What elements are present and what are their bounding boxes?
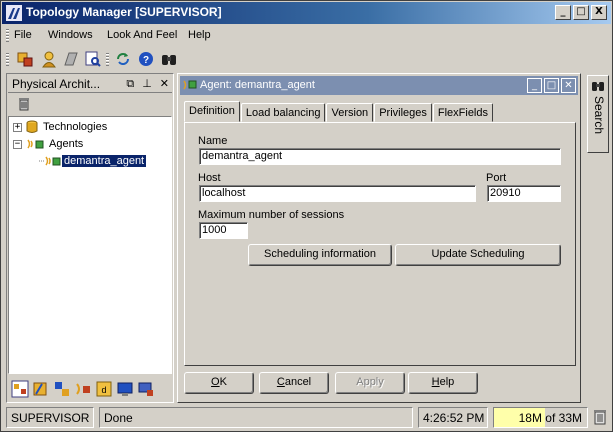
binoculars-icon[interactable] bbox=[160, 50, 178, 68]
hosts-icon[interactable] bbox=[137, 380, 155, 398]
status-user: SUPERVISOR bbox=[6, 407, 94, 428]
tree-label-selected: demantra_agent bbox=[62, 155, 147, 167]
tab-privileges[interactable]: Privileges bbox=[374, 103, 432, 122]
toolbar: ? bbox=[2, 47, 611, 71]
logical-arch-icon[interactable] bbox=[32, 380, 50, 398]
languages-icon[interactable]: d bbox=[95, 380, 113, 398]
title-bar[interactable]: Topology Manager [SUPERVISOR] _ □ X bbox=[2, 2, 611, 24]
svg-text:?: ? bbox=[143, 55, 149, 66]
search-side-tab[interactable]: Search bbox=[587, 75, 609, 153]
host-label: Host bbox=[198, 172, 221, 184]
expand-icon[interactable]: + bbox=[13, 122, 22, 132]
topology-view-icon[interactable] bbox=[16, 50, 34, 68]
agent-tabs: Definition Load balancing Version Privil… bbox=[184, 101, 494, 122]
contexts-icon[interactable] bbox=[53, 380, 71, 398]
menu-windows[interactable]: Windows bbox=[48, 29, 93, 41]
help-label-rest: elp bbox=[439, 376, 455, 388]
tree-label: Technologies bbox=[43, 121, 108, 133]
garbage-collect-icon[interactable] bbox=[592, 408, 608, 426]
repository-icon[interactable] bbox=[62, 50, 80, 68]
menu-look-and-feel[interactable]: Look And Feel bbox=[107, 29, 177, 41]
minimize-button[interactable]: _ bbox=[555, 5, 571, 20]
agent-close-button[interactable]: ✕ bbox=[561, 78, 576, 93]
max-sessions-field[interactable]: 1000 bbox=[199, 222, 248, 239]
physical-arch-icon[interactable] bbox=[11, 380, 29, 398]
agent-signal-icon bbox=[39, 156, 61, 166]
pin-icon[interactable]: ⊥ bbox=[142, 77, 152, 91]
search-document-icon[interactable] bbox=[84, 50, 102, 68]
agent-icon bbox=[183, 80, 197, 90]
physical-panel-title: Physical Archit... bbox=[12, 77, 101, 91]
port-label: Port bbox=[486, 172, 507, 184]
agent-window-title: Agent: demantra_agent bbox=[200, 79, 315, 91]
toolbar-grip2-icon bbox=[106, 53, 109, 66]
collapse-icon[interactable]: − bbox=[13, 139, 22, 149]
menu-help[interactable]: Help bbox=[188, 29, 211, 41]
tree-item-technologies[interactable]: + Technologies bbox=[13, 119, 109, 135]
port-field[interactable]: 20910 bbox=[487, 185, 561, 202]
cancel-button[interactable]: Cancel bbox=[259, 372, 329, 394]
update-scheduling-button[interactable]: Update Scheduling bbox=[395, 244, 561, 266]
window-title: Topology Manager [SUPERVISOR] bbox=[26, 5, 222, 19]
agents-view-icon[interactable] bbox=[74, 380, 92, 398]
menu-grip-icon bbox=[6, 29, 9, 42]
panel-switcher-bar: d bbox=[8, 377, 172, 401]
search-tab-label: Search bbox=[592, 96, 606, 135]
ok-mnemonic: O bbox=[211, 376, 220, 388]
agent-minimize-button[interactable]: _ bbox=[527, 78, 542, 93]
tab-load-balancing[interactable]: Load balancing bbox=[240, 103, 326, 122]
cancel-mnemonic: C bbox=[276, 376, 285, 388]
trash-icon[interactable] bbox=[16, 96, 32, 112]
menu-bar: File Windows Look And Feel Help bbox=[2, 25, 611, 45]
status-time: 4:26:52 PM bbox=[418, 407, 488, 428]
definition-panel: Name demantra_agent Host localhost Port … bbox=[184, 122, 576, 366]
database-icon bbox=[26, 120, 38, 133]
close-button[interactable]: X bbox=[591, 5, 607, 20]
menu-file[interactable]: File bbox=[14, 29, 32, 41]
restore-panel-icon[interactable]: ⧉ bbox=[126, 77, 134, 91]
help-icon[interactable]: ? bbox=[137, 50, 155, 68]
help-button[interactable]: Help bbox=[408, 372, 478, 394]
maximize-button[interactable]: □ bbox=[573, 5, 589, 20]
tab-version[interactable]: Version bbox=[326, 103, 374, 122]
host-field[interactable]: localhost bbox=[199, 185, 476, 202]
tab-definition[interactable]: Definition bbox=[184, 101, 240, 122]
refresh-icon[interactable] bbox=[114, 50, 132, 68]
agent-window-titlebar[interactable]: Agent: demantra_agent _ □ ✕ bbox=[180, 76, 578, 95]
toolbar-grip-icon bbox=[6, 53, 9, 66]
apply-button[interactable]: Apply bbox=[335, 372, 405, 394]
app-logo-icon bbox=[6, 5, 22, 21]
repositories-icon[interactable] bbox=[116, 380, 134, 398]
memory-text: 18M of 33M bbox=[518, 411, 582, 425]
help-mnemonic: H bbox=[431, 376, 440, 388]
user-icon[interactable] bbox=[40, 50, 58, 68]
tree-item-agents[interactable]: − Agents bbox=[13, 136, 85, 152]
agent-maximize-button[interactable]: □ bbox=[544, 78, 559, 93]
ok-button[interactable]: OK bbox=[184, 372, 254, 394]
max-sessions-label: Maximum number of sessions bbox=[198, 209, 345, 221]
svg-text:d: d bbox=[101, 385, 106, 395]
physical-architecture-panel: Physical Archit... ⧉ ⊥ ✕ + Technologies … bbox=[6, 73, 174, 403]
tree-label: Agents bbox=[49, 138, 84, 150]
main-window: Topology Manager [SUPERVISOR] _ □ X File… bbox=[0, 0, 613, 432]
binoculars-icon bbox=[592, 82, 604, 91]
tab-flexfields[interactable]: FlexFields bbox=[432, 103, 493, 122]
name-field[interactable]: demantra_agent bbox=[199, 148, 561, 165]
name-label: Name bbox=[198, 135, 228, 147]
status-bar: SUPERVISOR Done 4:26:52 PM 18M of 33M bbox=[2, 405, 611, 431]
topology-tree: + Technologies − Agents demantra_agent bbox=[8, 116, 172, 374]
cancel-label-rest: ancel bbox=[284, 376, 312, 388]
status-message: Done bbox=[99, 407, 413, 428]
ok-label-rest: K bbox=[219, 376, 227, 388]
memory-indicator[interactable]: 18M of 33M bbox=[493, 407, 588, 428]
scheduling-information-button[interactable]: Scheduling information bbox=[248, 244, 392, 266]
tree-item-demantra-agent[interactable]: demantra_agent bbox=[39, 153, 147, 169]
agent-editor-window: Agent: demantra_agent _ □ ✕ Definition L… bbox=[177, 73, 581, 403]
physical-panel-header: Physical Archit... ⧉ ⊥ ✕ bbox=[8, 75, 172, 93]
agent-signal-icon bbox=[27, 139, 44, 149]
close-panel-icon[interactable]: ✕ bbox=[160, 77, 169, 91]
